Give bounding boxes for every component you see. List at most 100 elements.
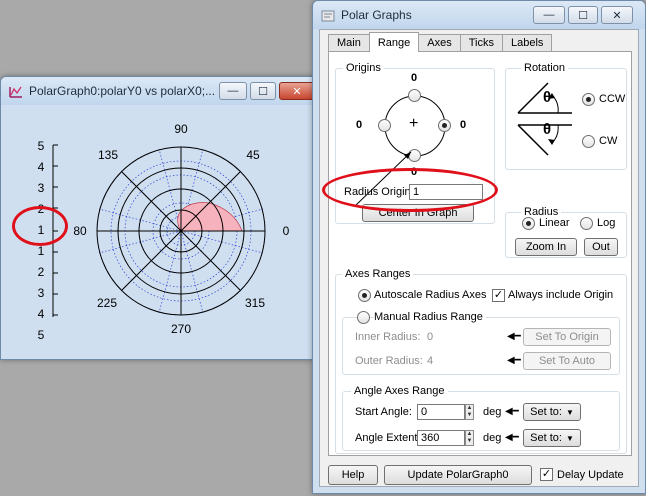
set-to-label: Set to: (530, 432, 562, 444)
origin-top-value: 0 (411, 72, 418, 84)
axes-ranges-label: Axes Ranges (342, 268, 414, 280)
always-include-origin-label: Always include Origin (508, 289, 614, 301)
delay-update-checkbox[interactable]: ✓ (540, 468, 553, 481)
dialog-titlebar[interactable]: Polar Graphs — ☐ ✕ (313, 1, 645, 29)
ccw-radio[interactable] (582, 93, 595, 106)
axes-ranges-group: Axes Ranges Autoscale Radius Axes ✓ Alwa… (335, 268, 627, 454)
ccw-label: CCW (599, 93, 626, 105)
set-to-auto-button[interactable]: Set To Auto (523, 352, 611, 370)
radius-tick-label: 1 (38, 244, 45, 258)
angle-label-315: 315 (245, 296, 265, 310)
linear-radio[interactable] (522, 217, 535, 230)
tab-main[interactable]: Main (328, 34, 370, 52)
radius-tick-label: 2 (38, 265, 45, 279)
angle-label-45: 45 (246, 148, 260, 162)
angle-extent-unit: deg (483, 432, 502, 444)
radius-tick-label: 5 (38, 139, 45, 153)
dialog-maximize-button[interactable]: ☐ (568, 6, 598, 24)
linear-label: Linear (539, 217, 570, 229)
origin-left-radio[interactable] (378, 119, 391, 132)
angle-label-0: 0 (283, 224, 290, 238)
inner-radius-value: 0 (427, 331, 434, 343)
polar-plot: 5 4 3 2 1 1 2 3 4 5 90 45 0 315 270 225 … (38, 122, 290, 342)
cw-theta-symbol: θ (543, 121, 552, 138)
dialog-client-area: Main Range Axes Ticks Labels Origins 0 0… (319, 29, 639, 487)
tab-range[interactable]: Range (368, 32, 420, 52)
start-angle-label: Start Angle: (355, 406, 412, 418)
cw-radio[interactable] (582, 135, 595, 148)
outer-radius-value: 4 (427, 355, 434, 367)
start-angle-unit: deg (483, 406, 502, 418)
origin-top-radio[interactable] (408, 89, 421, 102)
radius-tick-label: 4 (38, 307, 45, 321)
manual-radius-radio[interactable] (357, 311, 370, 324)
dialog-close-button[interactable]: ✕ (601, 6, 633, 24)
radius-tick-label: 5 (38, 328, 45, 342)
polar-grid (96, 146, 266, 316)
delay-update-label: Delay Update (557, 469, 624, 481)
ccw-theta-symbol: θ (543, 89, 552, 106)
polar-graphs-dialog: Polar Graphs — ☐ ✕ Main Range Axes Ticks… (312, 0, 646, 494)
tab-axes[interactable]: Axes (418, 34, 461, 52)
arrow-left-icon: ◀━ (507, 355, 521, 366)
tab-labels[interactable]: Labels (502, 34, 553, 52)
angle-label-135: 135 (98, 148, 118, 162)
angle-label-270: 270 (171, 322, 191, 336)
angle-label-90: 90 (174, 122, 188, 136)
angle-label-225: 225 (97, 296, 117, 310)
radius-tick-label: 4 (38, 160, 45, 174)
angle-axes-range-group: Angle Axes Range Start Angle: 0 ▲ ▼ deg ◀… (342, 385, 620, 451)
radius-axis (52, 144, 58, 317)
tab-strip: Main Range Axes Ticks Labels (328, 32, 553, 52)
dialog-title: Polar Graphs (341, 8, 412, 22)
autoscale-radio[interactable] (358, 289, 371, 302)
start-angle-input[interactable]: 0 (417, 404, 465, 420)
pointer-arrow (354, 151, 412, 207)
set-to-origin-button[interactable]: Set To Origin (523, 328, 611, 346)
maximize-icon: ☐ (578, 9, 588, 22)
help-button[interactable]: Help (328, 465, 378, 485)
autoscale-label: Autoscale Radius Axes (374, 289, 487, 301)
log-label: Log (597, 217, 616, 229)
origin-left-value: 0 (356, 119, 363, 131)
polar-graph-window: PolarGraph0:polarY0 vs polarX0;... — ☐ ✕ (0, 76, 324, 360)
rotation-group-label: Rotation (521, 62, 568, 74)
arrow-left-icon: ◀━ (505, 432, 519, 443)
dropdown-icon: ▼ (565, 407, 574, 417)
inner-radius-label: Inner Radius: (355, 331, 421, 343)
radius-tick-label: 3 (38, 181, 45, 195)
manual-radius-group: Manual Radius Range Inner Radius: 0 ◀━ S… (342, 311, 620, 375)
zoom-out-button[interactable]: Out (584, 238, 618, 256)
start-angle-set-to-dropdown[interactable]: Set to: ▼ (523, 403, 581, 421)
arrow-left-icon: ◀━ (505, 406, 519, 417)
origin-center-symbol: + (409, 115, 419, 132)
set-to-label: Set to: (530, 406, 562, 418)
zoom-in-button[interactable]: Zoom In (515, 238, 577, 256)
dropdown-icon: ▼ (565, 433, 574, 443)
origin-right-value: 0 (460, 119, 467, 131)
log-radio[interactable] (580, 217, 593, 230)
start-angle-spinner[interactable]: ▲ ▼ (465, 404, 474, 420)
close-icon: ✕ (612, 9, 622, 22)
manual-radius-label: Manual Radius Range (374, 311, 486, 323)
update-polargraph-button[interactable]: Update PolarGraph0 (384, 465, 532, 485)
angle-extent-input[interactable]: 360 (417, 430, 465, 446)
polar-data-area (177, 202, 243, 232)
always-include-origin-checkbox[interactable]: ✓ (492, 289, 505, 302)
radius-tick-label: 1 (38, 223, 45, 237)
outer-radius-label: Outer Radius: (355, 355, 423, 367)
dialog-minimize-button[interactable]: — (533, 6, 565, 24)
angle-extent-label: Angle Extent: (355, 432, 421, 444)
angle-extent-spinner[interactable]: ▲ ▼ (465, 430, 474, 446)
minimize-icon: — (543, 9, 555, 21)
rotation-group: Rotation θ θ CCW CW (505, 62, 627, 170)
radius-origin-input[interactable]: 1 (409, 184, 483, 200)
arrow-left-icon: ◀━ (507, 331, 521, 342)
radius-tick-label: 2 (38, 202, 45, 216)
angle-label-180: 80 (73, 224, 87, 238)
angle-extent-set-to-dropdown[interactable]: Set to: ▼ (523, 429, 581, 447)
range-tab-panel: Origins 0 0 0 0 + Radius Origin 1 Center… (328, 51, 632, 456)
cw-label: CW (599, 135, 618, 147)
origin-right-radio[interactable] (438, 119, 451, 132)
tab-ticks[interactable]: Ticks (459, 34, 503, 52)
